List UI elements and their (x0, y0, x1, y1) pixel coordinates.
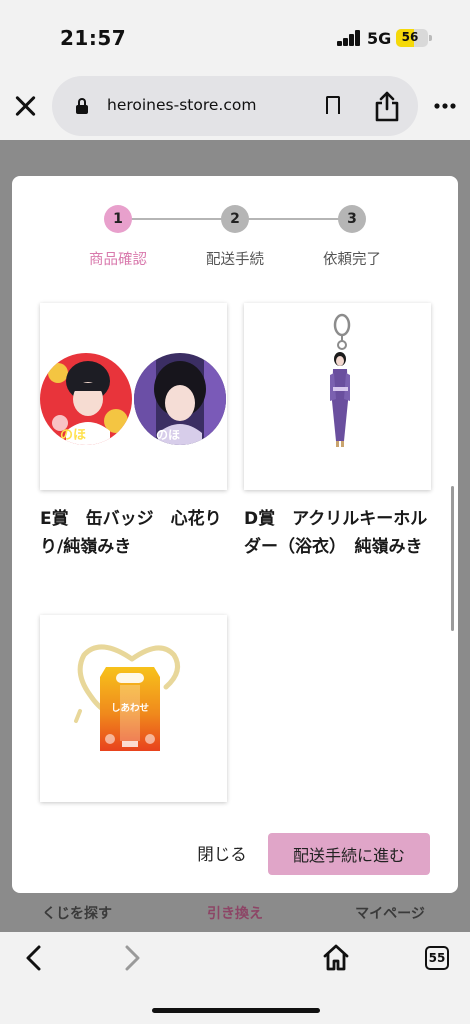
svg-text:のほ: のほ (60, 428, 86, 443)
share-icon[interactable] (374, 90, 400, 122)
step-connector (130, 218, 222, 220)
omamori-text: しあわせ (111, 702, 149, 714)
status-bar: 21:57 5G 56 (0, 0, 470, 74)
tab-exchange[interactable]: 引き換え (175, 903, 295, 923)
product-image-e-prize[interactable]: のほ のほ (40, 303, 227, 490)
product-title: E賞 缶バッジ 心花りり/純嶺みき (40, 509, 222, 557)
url-bar[interactable]: heroines-store.com (52, 76, 418, 136)
exchange-modal: 1 2 3 商品確認 配送手続 依頼完了 のほ のほ E賞 缶バッジ 心花りり/… (12, 176, 458, 893)
browser-bottom-toolbar: 55 (0, 932, 470, 1024)
home-indicator (152, 1008, 320, 1013)
step-2-dot: 2 (221, 205, 249, 233)
forward-icon[interactable] (122, 944, 144, 972)
step-1-label: 商品確認 (89, 252, 147, 268)
step-1-dot: 1 (104, 205, 132, 233)
step-3-dot: 3 (338, 205, 366, 233)
home-icon[interactable] (322, 943, 350, 971)
product-list[interactable]: のほ のほ E賞 缶バッジ 心花りり/純嶺みき D賞 アクリルキーホルダー（浴衣… (12, 286, 458, 816)
app-tab-bar: くじを探す 引き換え マイページ (0, 893, 470, 933)
svg-text:のほ: のほ (156, 428, 180, 442)
step-2-label: 配送手続 (206, 252, 264, 268)
battery-icon: 56 (396, 29, 428, 47)
modal-scrollbar[interactable] (451, 486, 454, 631)
bookmark-icon[interactable] (326, 96, 340, 117)
cellular-signal-icon (337, 30, 361, 46)
browser-toolbar: heroines-store.com (0, 74, 470, 140)
proceed-shipping-button[interactable]: 配送手続に進む (268, 833, 430, 875)
battery-cap (429, 35, 432, 41)
step-connector (248, 218, 340, 220)
step-indicator: 1 2 3 商品確認 配送手続 依頼完了 (12, 176, 458, 276)
url-text: heroines-store.com (107, 96, 257, 114)
close-icon[interactable] (13, 93, 39, 119)
lock-icon (76, 98, 88, 114)
tab-mypage[interactable]: マイページ (330, 903, 450, 923)
step-3-label: 依頼完了 (323, 252, 381, 268)
omamori-charm-image: しあわせ (74, 644, 181, 751)
back-icon[interactable] (22, 944, 44, 972)
status-time: 21:57 (60, 26, 127, 50)
product-image-d-prize[interactable] (244, 303, 431, 490)
battery-level: 56 (401, 30, 419, 44)
network-type: 5G (367, 29, 392, 48)
tab-search-lottery[interactable]: くじを探す (17, 903, 137, 923)
tab-count-icon[interactable]: 55 (425, 946, 449, 970)
close-button[interactable]: 閉じる (182, 832, 262, 874)
more-icon[interactable] (434, 103, 456, 109)
acrylic-keychain-image (330, 313, 351, 447)
can-badge-image: のほ のほ (40, 353, 226, 445)
product-title: D賞 アクリルキーホルダー（浴衣） 純嶺みき (244, 509, 428, 557)
product-image-omamori[interactable]: しあわせ (40, 615, 227, 802)
